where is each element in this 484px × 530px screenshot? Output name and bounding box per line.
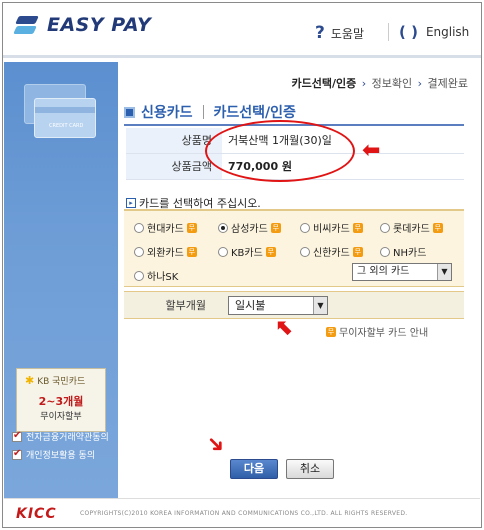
language-label: English	[425, 25, 470, 39]
card-option-kb[interactable]: KB카드 무	[218, 244, 276, 259]
sidebar: CREDIT CARD ✱ KB 국민카드 2~3개월 무이자할부 전자금융거래…	[4, 62, 118, 498]
chevron-down-icon[interactable]: ▼	[313, 297, 327, 314]
no-interest-tag-icon: 무	[265, 246, 276, 257]
easypay-logo: EASY PAY	[13, 14, 152, 36]
card-option-label: 신한카드	[313, 248, 350, 259]
radio-icon[interactable]	[134, 246, 144, 257]
title-divider	[202, 105, 204, 119]
card-option-label: 하나SK	[147, 272, 179, 283]
annotation-ellipse	[205, 120, 355, 182]
header: EASY PAY ? 도움말 ( ) English	[3, 3, 481, 55]
header-divider-line	[3, 55, 481, 58]
page-title: 신용카드 카드선택/인증	[124, 102, 296, 122]
kb-promo-banner[interactable]: ✱ KB 국민카드 2~3개월 무이자할부	[16, 368, 106, 432]
card-option-label: KB카드	[231, 248, 263, 259]
card-option-hanask[interactable]: 하나SK	[134, 268, 178, 283]
agree-privacy-checkbox[interactable]	[12, 448, 22, 460]
no-interest-tag-icon: 무	[186, 246, 197, 257]
globe-icon: ( )	[399, 23, 418, 41]
card-option-shinhan[interactable]: 신한카드 무	[300, 244, 363, 259]
installment-row: 할부개월 일시불 ▼	[124, 291, 464, 319]
other-card-select-value: 그 외의 카드	[357, 266, 410, 277]
no-interest-tag-icon: 무	[352, 246, 363, 257]
kicc-logo: KICC	[16, 506, 57, 522]
next-button[interactable]: 다음	[230, 459, 278, 479]
radio-icon[interactable]	[380, 246, 390, 257]
kb-bank-name: KB 국민카드	[37, 377, 86, 387]
main-panel: 카드선택/인증 › 정보확인 › 결제완료 신용카드 카드선택/인증 상품명 거…	[118, 62, 480, 498]
no-interest-tag-icon: 무	[352, 222, 363, 233]
installment-select[interactable]: 일시불 ▼	[228, 296, 328, 315]
step-confirm: 정보확인	[371, 77, 413, 90]
no-interest-tag-icon: 무	[326, 326, 336, 337]
agree-ecommerce-label: 전자금융거래약관동의	[26, 433, 109, 443]
footer-divider	[4, 498, 480, 499]
no-interest-tag-icon: 무	[432, 222, 443, 233]
no-interest-tag-icon: 무	[186, 222, 197, 233]
copyright-text: COPYRIGHTS(C)2010 KOREA INFORMATION AND …	[80, 510, 408, 517]
brand-name: EASY PAY	[47, 14, 152, 36]
radio-icon[interactable]	[380, 222, 390, 233]
easypay-logo-mark	[13, 14, 41, 36]
step-arrow-icon: ›	[417, 77, 423, 90]
chevron-down-icon[interactable]: ▼	[437, 264, 451, 280]
cancel-button[interactable]: 취소	[286, 459, 334, 479]
help-link[interactable]: ? 도움말	[315, 23, 364, 43]
step-arrow-icon: ›	[361, 77, 367, 90]
installment-select-value: 일시불	[235, 299, 266, 312]
title-main: 신용카드	[141, 105, 193, 121]
info-icon: ▸	[126, 198, 136, 208]
annotation-arrow-icon: ⬅	[362, 138, 381, 163]
step-breadcrumb: 카드선택/인증 › 정보확인 › 결제완료	[291, 75, 468, 91]
card-option-label: 롯데카드	[393, 224, 430, 235]
radio-icon[interactable]	[218, 246, 228, 257]
kb-star-icon: ✱	[25, 374, 35, 387]
card-option-bc[interactable]: 비씨카드 무	[300, 220, 363, 235]
step-current: 카드선택/인증	[291, 77, 357, 90]
language-link[interactable]: ( ) English	[399, 23, 469, 41]
credit-card-illustration: CREDIT CARD	[24, 84, 100, 142]
no-interest-guide-link[interactable]: 무 무이자할부 카드 안내	[326, 324, 428, 339]
title-square-icon	[124, 106, 135, 118]
card-option-label: 외환카드	[147, 248, 184, 259]
radio-icon[interactable]	[300, 246, 310, 257]
annotation-arrow-icon: ➜	[200, 429, 231, 461]
other-card-select[interactable]: 그 외의 카드 ▼	[352, 263, 452, 281]
card-options-box: 현대카드 무 삼성카드 무 비씨카드 무 롯데카드 무 외환카드 무 KB카드 …	[124, 209, 464, 287]
card-option-keb[interactable]: 외환카드 무	[134, 244, 197, 259]
card-option-label: 비씨카드	[313, 224, 350, 235]
card-option-label: 삼성카드	[231, 224, 268, 235]
step-complete: 결제완료	[427, 77, 468, 90]
agree-ecommerce-terms[interactable]: 전자금융거래약관동의	[12, 430, 109, 443]
promo-no-interest: 무이자할부	[40, 412, 82, 422]
agree-privacy-terms[interactable]: 개인정보활용 동의	[12, 448, 95, 461]
agree-privacy-label: 개인정보활용 동의	[26, 451, 96, 461]
radio-selected-icon[interactable]	[218, 222, 228, 233]
card-option-samsung[interactable]: 삼성카드 무	[218, 220, 281, 235]
kb-logo: ✱ KB 국민카드	[25, 374, 85, 387]
card-option-lotte[interactable]: 롯데카드 무	[380, 220, 443, 235]
header-divider	[388, 23, 389, 41]
radio-icon[interactable]	[134, 270, 144, 281]
help-icon: ?	[315, 23, 325, 43]
help-label: 도움말	[330, 26, 364, 41]
no-interest-tag-icon: 무	[270, 222, 281, 233]
card-option-label: 현대카드	[147, 224, 184, 235]
promo-months: 2~3개월	[38, 395, 84, 408]
credit-card-text: CREDIT CARD	[49, 123, 84, 129]
radio-icon[interactable]	[134, 222, 144, 233]
title-sub: 카드선택/인증	[213, 105, 296, 121]
installment-label: 할부개월	[165, 299, 206, 312]
card-option-label: NH카드	[393, 248, 427, 259]
radio-icon[interactable]	[300, 222, 310, 233]
agree-ecommerce-checkbox[interactable]	[12, 430, 22, 442]
card-option-hyundai[interactable]: 현대카드 무	[134, 220, 197, 235]
no-interest-guide-label: 무이자할부 카드 안내	[339, 328, 429, 339]
card-option-nh[interactable]: NH카드	[380, 244, 426, 259]
